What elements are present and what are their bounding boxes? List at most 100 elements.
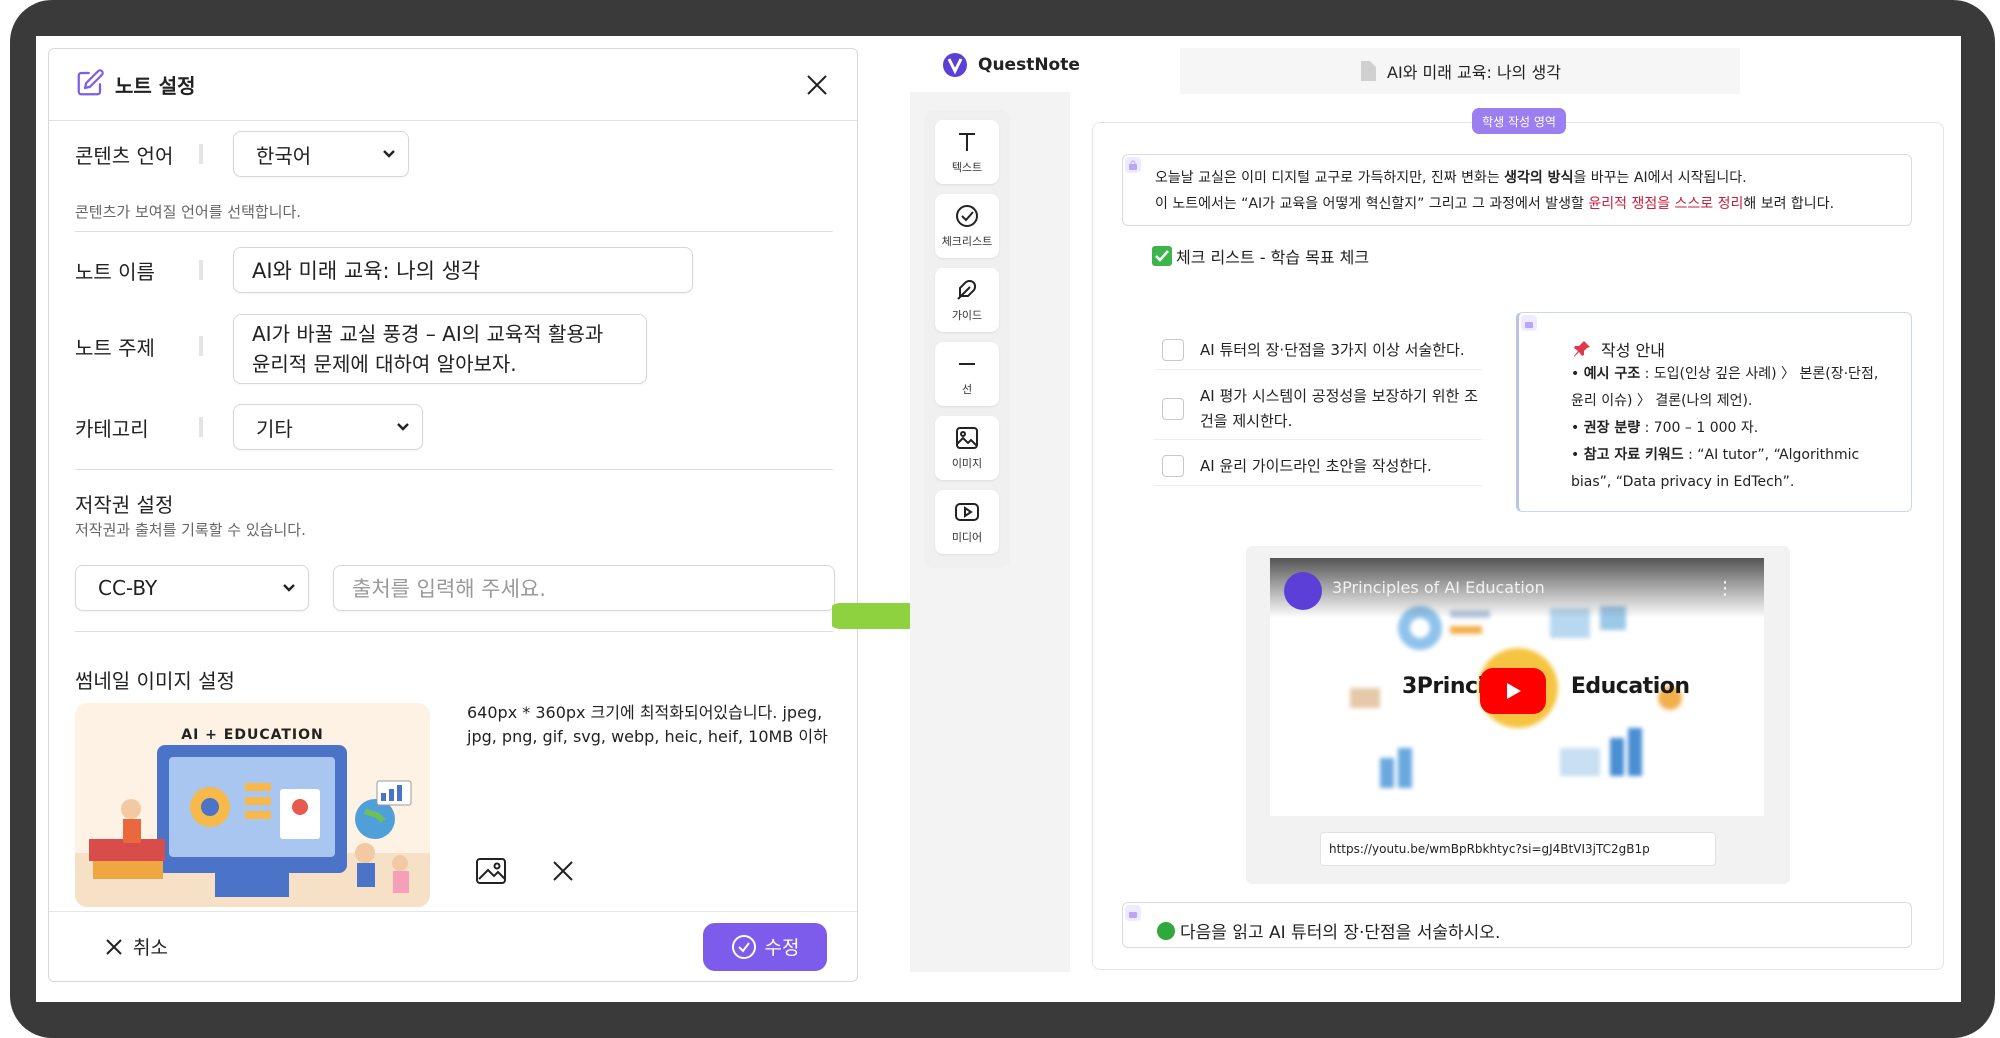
block-toolbar: 텍스트 체크리스트 가이드 선 이미지 미디어	[924, 110, 1010, 568]
checklist-title: 체크 리스트 - 학습 목표 체크	[1152, 244, 1369, 268]
guide-item-label: 예시 구조	[1583, 366, 1641, 382]
green-circle-icon	[1157, 921, 1175, 940]
copyright-row: CC-BY 출처를 입력해 주세요.	[75, 565, 835, 611]
app-brand: QuestNote	[942, 52, 1080, 78]
chevron-down-icon	[397, 423, 409, 431]
intro-line1-c: 을 바꾸는 AI에서 시작됩니다.	[1573, 170, 1747, 186]
note-name-input[interactable]: AI와 미래 교육: 나의 생각	[233, 247, 693, 293]
intro-line1-bold: 생각의 방식	[1504, 170, 1574, 186]
divider	[75, 631, 833, 632]
student-area-badge: 학생 작성 영역	[1472, 108, 1566, 134]
tool-image[interactable]: 이미지	[935, 416, 999, 480]
tool-text[interactable]: 텍스트	[935, 120, 999, 184]
close-icon	[106, 938, 122, 955]
question-title: 다음을 읽고 AI 튜터의 장·단점을 서술하시오.	[1156, 918, 1500, 943]
dialog-title: 노트 설정	[115, 74, 196, 98]
license-select[interactable]: CC-BY	[75, 565, 309, 611]
tool-label: 텍스트	[951, 161, 983, 174]
lock-icon	[1521, 315, 1537, 331]
guide-title: 작성 안내	[1573, 337, 1665, 361]
lock-icon	[1125, 157, 1141, 173]
tool-line[interactable]: 선	[935, 342, 999, 406]
tool-label: 체크리스트	[941, 235, 993, 248]
category-row: 카테고리 기타	[75, 404, 423, 450]
category-value: 기타	[256, 416, 293, 441]
intro-line2-a: 이 노트에서는 “AI가 교육을 어떻게 혁신할지” 그리고 그 과정에서 발생…	[1155, 196, 1589, 212]
checklist-item-text: AI 윤리 가이드라인 초안을 작성한다.	[1200, 457, 1432, 475]
play-icon	[1507, 683, 1521, 699]
chevron-down-icon	[383, 150, 395, 158]
checkbox[interactable]	[1162, 338, 1184, 361]
source-input[interactable]: 출처를 입력해 주세요.	[333, 565, 835, 611]
text-icon	[959, 133, 975, 151]
note-settings-dialog: 노트 설정 콘텐츠 언어 한국어 콘텐츠가 보여질 언어를 선택합니다. 노트 …	[48, 48, 858, 982]
thumbnail-info: 640px * 360px 크기에 최적화되어있습니다. jpeg, jpg, …	[467, 703, 828, 746]
video-player[interactable]: 3Principles of AI Education ⋮ 3Principl E…	[1270, 558, 1764, 816]
note-topic-row: 노트 주제 AI가 바꿀 교실 풍경 – AI의 교육적 활용과 윤리적 문제에…	[75, 314, 647, 384]
intro-line1-a: 오늘날 교실은 이미 디지털 교구로 가득하지만, 진짜 변화는	[1155, 170, 1505, 186]
checkbox[interactable]	[1162, 454, 1184, 477]
divider	[75, 469, 833, 470]
language-hint: 콘텐츠가 보여질 언어를 선택합니다.	[75, 203, 302, 221]
note-topic-textarea[interactable]: AI가 바꿀 교실 풍경 – AI의 교육적 활용과 윤리적 문제에 대하여 알…	[233, 314, 647, 384]
tool-label: 이미지	[951, 457, 983, 470]
more-options-icon[interactable]: ⋮	[1716, 578, 1734, 599]
tool-checklist[interactable]: 체크리스트	[935, 194, 999, 258]
checklist-item-text: AI 튜터의 장·단점을 3가지 이상 서술한다.	[1200, 341, 1465, 359]
guide-title-text: 작성 안내	[1601, 341, 1665, 360]
thumbnail-caption: AI + EDUCATION	[181, 727, 324, 743]
submit-label: 수정	[764, 937, 800, 959]
tool-guide[interactable]: 가이드	[935, 268, 999, 332]
document-icon	[1361, 61, 1377, 81]
tool-media[interactable]: 미디어	[935, 490, 999, 554]
note-name-label: 노트 이름	[75, 256, 203, 285]
close-icon[interactable]	[803, 71, 831, 99]
video-url-input[interactable]: https://youtu.be/wmBpRbkhtyc?si=gJ4BtVI3…	[1320, 832, 1716, 866]
intro-line2-c: 해 보려 합니다.	[1743, 196, 1835, 212]
checklist-item[interactable]: AI 평가 시스템이 공정성을 보장하기 위한 조건을 제시한다.	[1154, 378, 1482, 440]
remove-thumbnail-icon[interactable]	[545, 853, 581, 889]
video-thumbnail-text-right: Education	[1570, 674, 1690, 699]
language-row: 콘텐츠 언어 한국어	[75, 131, 409, 177]
dialog-header: 노트 설정	[49, 49, 857, 121]
cancel-button[interactable]: 취소	[105, 933, 168, 960]
media-block: 3Principles of AI Education ⋮ 3Principl E…	[1246, 546, 1790, 884]
lock-icon	[1125, 905, 1141, 921]
guide-item-label: 권장 분량	[1583, 420, 1641, 436]
question-text: 다음을 읽고 AI 튜터의 장·단점을 서술하시오.	[1180, 923, 1501, 943]
guide-item-label: 참고 자료 키워드	[1583, 447, 1684, 463]
app-name: QuestNote	[978, 55, 1080, 75]
document-tab[interactable]: AI와 미래 교육: 나의 생각	[1180, 48, 1740, 94]
chevron-down-icon	[283, 584, 295, 592]
play-button[interactable]	[1480, 668, 1546, 714]
checkbox[interactable]	[1162, 397, 1184, 420]
feather-icon	[957, 280, 977, 300]
language-label: 콘텐츠 언어	[75, 140, 203, 169]
tool-label: 미디어	[951, 531, 983, 544]
dialog-footer: 취소 수정	[49, 911, 857, 981]
pushpin-icon	[1574, 341, 1590, 357]
channel-avatar[interactable]	[1284, 572, 1322, 610]
license-value: CC-BY	[98, 576, 158, 600]
checklist-item[interactable]: AI 윤리 가이드라인 초안을 작성한다.	[1154, 446, 1482, 486]
note-name-row: 노트 이름 AI와 미래 교육: 나의 생각	[75, 247, 693, 293]
thumbnail-title: 썸네일 이미지 설정	[75, 669, 235, 693]
divider	[75, 231, 833, 232]
checklist-item[interactable]: AI 튜터의 장·단점을 3가지 이상 서술한다.	[1154, 330, 1482, 370]
writing-guide-block[interactable]: 작성 안내 • 예시 구조 : 도입(인상 깊은 사례) 〉 본론(장·단점, …	[1516, 312, 1912, 512]
category-select[interactable]: 기타	[233, 404, 423, 450]
check-circle-icon	[731, 934, 756, 959]
guide-item-text: : 700 – 1 000 자.	[1640, 420, 1759, 436]
submit-button[interactable]: 수정	[703, 922, 827, 971]
image-icon[interactable]	[473, 853, 509, 889]
category-label: 카테고리	[75, 413, 203, 442]
tool-label: 가이드	[951, 309, 983, 322]
intro-text: 오늘날 교실은 이미 디지털 교구로 가득하지만, 진짜 변화는 생각의 방식을…	[1123, 155, 1911, 217]
intro-text-block[interactable]: 오늘날 교실은 이미 디지털 교구로 가득하지만, 진짜 변화는 생각의 방식을…	[1122, 154, 1912, 226]
language-select[interactable]: 한국어	[233, 131, 409, 177]
checklist-item-text: AI 평가 시스템이 공정성을 보장하기 위한 조건을 제시한다.	[1200, 386, 1478, 430]
cancel-label: 취소	[133, 937, 168, 959]
video-title[interactable]: 3Principles of AI Education	[1332, 578, 1545, 597]
check-circle-icon	[956, 205, 978, 227]
edit-icon	[75, 68, 105, 102]
